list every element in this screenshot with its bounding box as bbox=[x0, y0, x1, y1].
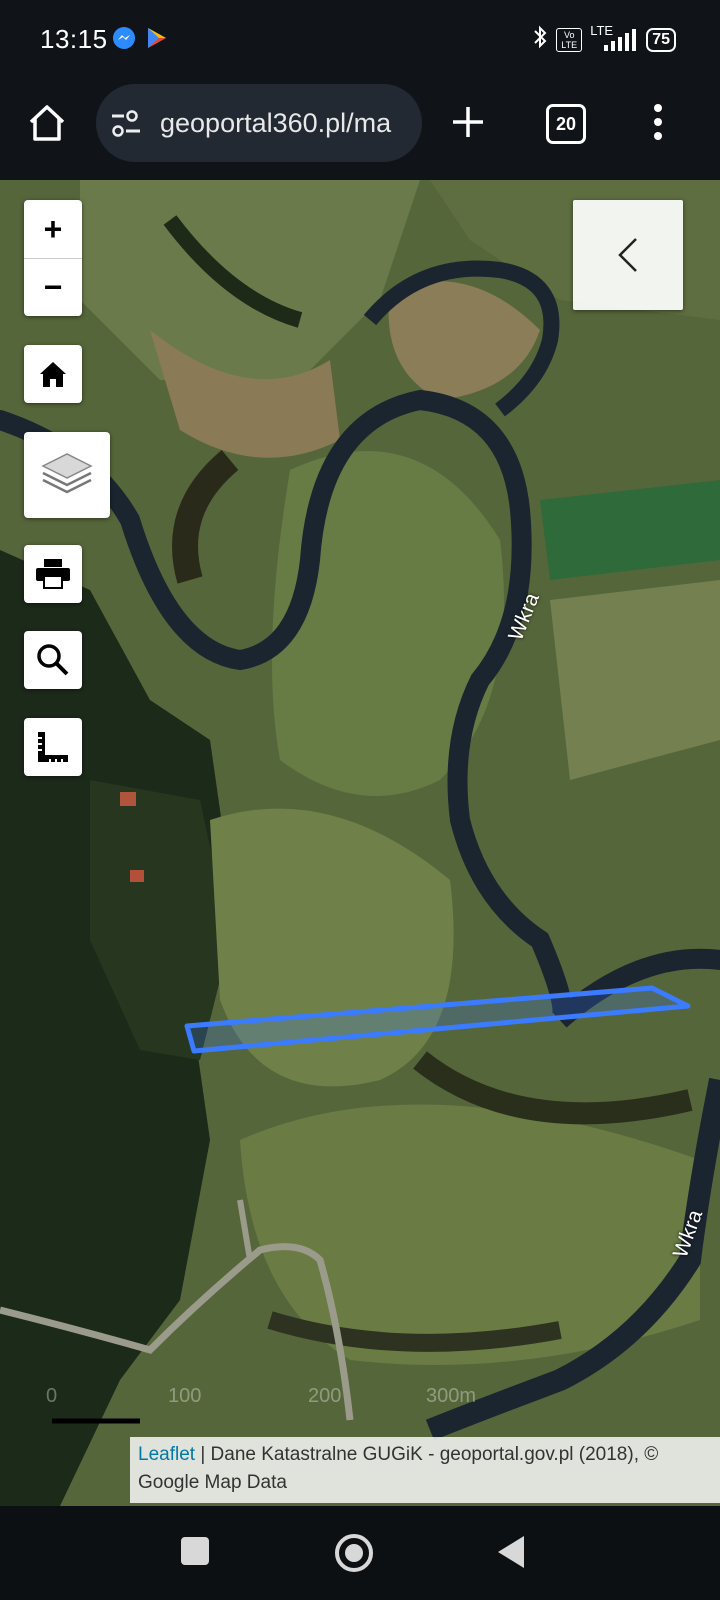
leaflet-link[interactable]: Leaflet bbox=[138, 1444, 195, 1465]
tab-switcher-button[interactable]: 20 bbox=[546, 104, 586, 144]
recents-button[interactable] bbox=[181, 1537, 209, 1565]
home-extent-button[interactable] bbox=[24, 345, 82, 403]
home-button[interactable] bbox=[24, 100, 70, 146]
zoom-control: + − bbox=[24, 200, 82, 316]
status-time: 13:15 bbox=[40, 24, 108, 54]
back-button[interactable] bbox=[496, 1534, 526, 1575]
system-nav-bar bbox=[0, 1506, 720, 1600]
chevron-left-icon bbox=[618, 238, 637, 272]
zoom-in-button[interactable]: + bbox=[24, 201, 82, 259]
messenger-icon bbox=[112, 26, 136, 55]
zoom-out-button[interactable]: − bbox=[24, 259, 82, 316]
address-bar[interactable]: geoportal360.pl/ma bbox=[96, 84, 422, 162]
scale-label-300: 300m bbox=[426, 1385, 477, 1407]
new-tab-button[interactable] bbox=[448, 102, 488, 142]
sidebar-toggle-button[interactable] bbox=[573, 200, 683, 310]
site-settings-icon[interactable] bbox=[110, 110, 142, 143]
play-store-icon bbox=[146, 26, 168, 55]
attribution-text: | Dane Katastralne GUGiK - geoportal.gov… bbox=[138, 1444, 659, 1493]
menu-button[interactable] bbox=[648, 102, 668, 146]
ruler-icon bbox=[38, 732, 68, 762]
measure-button[interactable] bbox=[24, 718, 82, 776]
scale-label-200: 200 bbox=[308, 1385, 342, 1407]
home-icon bbox=[29, 105, 65, 141]
signal-icon: LTE bbox=[590, 23, 638, 53]
print-icon bbox=[36, 559, 70, 589]
scale-label-100: 100 bbox=[168, 1385, 202, 1407]
battery-indicator: 75 bbox=[646, 27, 676, 52]
search-button[interactable] bbox=[24, 631, 82, 689]
more-vertical-icon bbox=[654, 104, 662, 140]
bluetooth-icon bbox=[532, 24, 548, 55]
status-bar: 13:15 Vo LTE LTE 75 bbox=[0, 0, 720, 78]
volte-badge: Vo LTE bbox=[556, 27, 583, 52]
scale-bar: 0 100 200 300m bbox=[46, 1385, 490, 1425]
home-nav-button[interactable] bbox=[335, 1534, 373, 1572]
back-triangle-icon bbox=[498, 1536, 524, 1568]
layers-icon bbox=[41, 453, 93, 494]
map-view[interactable]: Wkra Wkra + − 0 100 200 300m Leaflet | D… bbox=[0, 180, 720, 1506]
search-icon bbox=[37, 644, 69, 676]
home-icon bbox=[40, 362, 66, 387]
print-button[interactable] bbox=[24, 545, 82, 603]
map-attribution: Leaflet | Dane Katastralne GUGiK - geopo… bbox=[130, 1437, 720, 1503]
scale-label-0: 0 bbox=[46, 1385, 58, 1407]
url-text[interactable]: geoportal360.pl/ma bbox=[160, 108, 410, 139]
browser-toolbar: geoportal360.pl/ma 20 bbox=[0, 78, 720, 180]
satellite-imagery[interactable] bbox=[0, 180, 720, 1506]
layers-button[interactable] bbox=[24, 432, 110, 518]
plus-icon bbox=[453, 107, 483, 137]
